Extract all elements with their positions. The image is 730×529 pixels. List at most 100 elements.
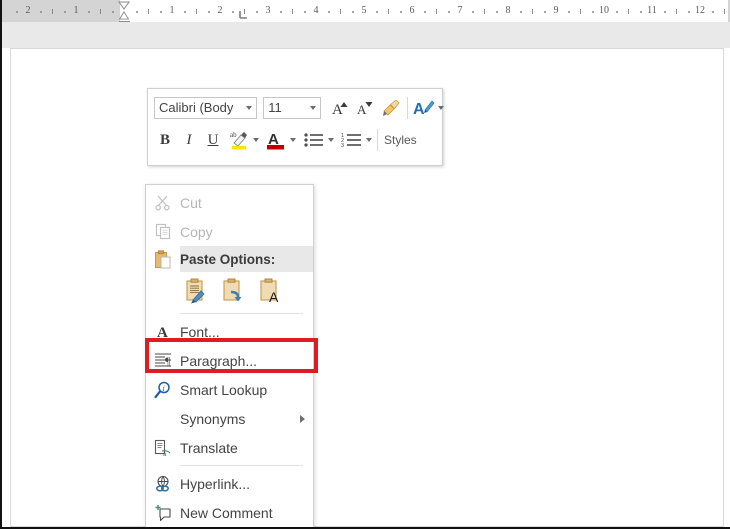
chevron-down-icon[interactable] (246, 106, 252, 110)
menu-item-translate[interactable]: ௢ a Translate (146, 433, 313, 462)
toolbar-separator (407, 97, 408, 119)
bullets-button[interactable] (301, 127, 327, 153)
ruler-dot (496, 11, 498, 13)
shrink-font-button[interactable]: A (353, 95, 379, 121)
menu-item-font[interactable]: A Font... (146, 317, 313, 346)
styles-button[interactable]: Styles (381, 133, 417, 147)
format-painter-button[interactable] (378, 95, 404, 121)
menu-item-label: New Comment (180, 505, 273, 521)
ruler-dot (688, 11, 690, 13)
paste-options-buttons: A (146, 272, 313, 310)
ruler-dot (376, 11, 378, 13)
ruler-number: 1 (74, 4, 79, 17)
svg-text:¶: ¶ (165, 354, 171, 368)
numbered-list-icon: 1 2 3 (341, 131, 363, 149)
ruler-dot (136, 11, 138, 13)
menu-item-copy[interactable]: Copy (146, 217, 313, 246)
chevron-down-icon[interactable] (438, 106, 444, 110)
menu-item-cut[interactable]: Cut (146, 188, 313, 217)
shrink-font-icon: A (355, 98, 375, 118)
ruler-tick (388, 9, 389, 14)
smart-lookup-icon: i (146, 375, 180, 404)
chevron-down-icon[interactable] (253, 138, 259, 142)
underline-button[interactable]: U (204, 127, 222, 153)
chevron-down-icon[interactable] (366, 138, 372, 142)
ruler-dot (232, 11, 234, 13)
ruler-number: 11 (647, 4, 657, 17)
copy-icon (146, 217, 180, 246)
paste-options-label: Paste Options: (180, 252, 275, 267)
ruler-dot (592, 11, 594, 13)
ruler-number: 2 (218, 4, 223, 17)
ruler-dot (640, 11, 642, 13)
menu-item-label: Synonyms (180, 411, 245, 427)
clipboard-icon (146, 246, 180, 272)
chevron-down-icon[interactable] (310, 106, 316, 110)
ruler-dot (40, 11, 42, 13)
ruler-tick (628, 9, 629, 14)
menu-item-smart-lookup[interactable]: i Smart Lookup (146, 375, 313, 404)
word-document-window: 2 1 1 2 3 4 5 6 7 8 9 10 11 12 Calibri (Body 11 (0, 0, 730, 529)
svg-text:A: A (157, 325, 168, 340)
no-icon-placeholder (146, 404, 180, 433)
ruler-dot (712, 11, 714, 13)
ruler-tick (484, 9, 485, 14)
font-name-combobox[interactable]: Calibri (Body (154, 97, 257, 119)
font-name-value: Calibri (Body (155, 100, 233, 115)
translate-icon: ௢ a (146, 433, 180, 462)
ruler-dot (448, 11, 450, 13)
submenu-arrow-icon (300, 415, 305, 423)
paste-keep-text-only-button[interactable]: A (258, 278, 282, 304)
ruler-dot (88, 11, 90, 13)
font-color-button[interactable]: A (263, 127, 289, 153)
italic-button[interactable]: I (180, 127, 198, 153)
left-tab-stop-marker[interactable] (238, 9, 249, 20)
ruler-dot (544, 11, 546, 13)
chevron-down-icon[interactable] (290, 138, 296, 142)
ruler-number: 9 (554, 4, 559, 17)
ruler-number: 6 (410, 4, 415, 17)
menu-item-hyperlink[interactable]: Hyperlink... (146, 469, 313, 498)
menu-item-synonyms[interactable]: Synonyms (146, 404, 313, 433)
grow-font-button[interactable]: A (327, 95, 353, 121)
ruler-dot (304, 11, 306, 13)
numbering-button[interactable]: 1 2 3 (339, 127, 365, 153)
font-size-combobox[interactable]: 11 (263, 97, 321, 119)
first-line-indent-marker[interactable] (118, 1, 130, 10)
text-effects-button[interactable]: A (411, 95, 437, 121)
ruler-dot (280, 11, 282, 13)
text-highlight-color-button[interactable]: ab (226, 127, 252, 153)
ruler-dot (472, 11, 474, 13)
ruler-number: 8 (506, 4, 511, 17)
hanging-indent-marker[interactable] (118, 11, 130, 20)
highlighter-icon: ab (228, 129, 250, 151)
paintbrush-icon (381, 98, 401, 118)
svg-text:3: 3 (341, 143, 344, 149)
toolbar-separator (377, 129, 378, 151)
ruler-number: 10 (599, 4, 609, 17)
ruler-dot (424, 11, 426, 13)
underline-glyph: U (208, 132, 219, 149)
hyperlink-icon (146, 469, 180, 498)
paste-keep-source-formatting-button[interactable] (184, 278, 208, 304)
menu-item-label: Paragraph... (180, 353, 257, 369)
menu-separator (180, 313, 303, 314)
ruler-number: 1 (170, 4, 175, 17)
menu-item-paragraph[interactable]: ¶ Paragraph... (146, 346, 313, 375)
bold-button[interactable]: B (156, 127, 174, 153)
ruler-number: 3 (266, 4, 271, 17)
paste-merge-formatting-button[interactable] (221, 278, 245, 304)
ruler-tick (100, 9, 101, 14)
ruler-tick (532, 9, 533, 14)
menu-item-label: Copy (180, 224, 213, 240)
menu-item-new-comment[interactable]: New Comment (146, 498, 313, 527)
ruler-number: 2 (26, 4, 31, 17)
svg-text:A: A (357, 102, 367, 117)
ruler-dot (352, 11, 354, 13)
menu-separator (180, 465, 303, 466)
new-comment-icon (146, 498, 180, 527)
horizontal-ruler[interactable]: 2 1 1 2 3 4 5 6 7 8 9 10 11 12 (2, 0, 730, 22)
italic-glyph: I (187, 132, 192, 149)
chevron-down-icon[interactable] (328, 138, 334, 142)
ruler-indent-markers[interactable] (118, 0, 132, 22)
